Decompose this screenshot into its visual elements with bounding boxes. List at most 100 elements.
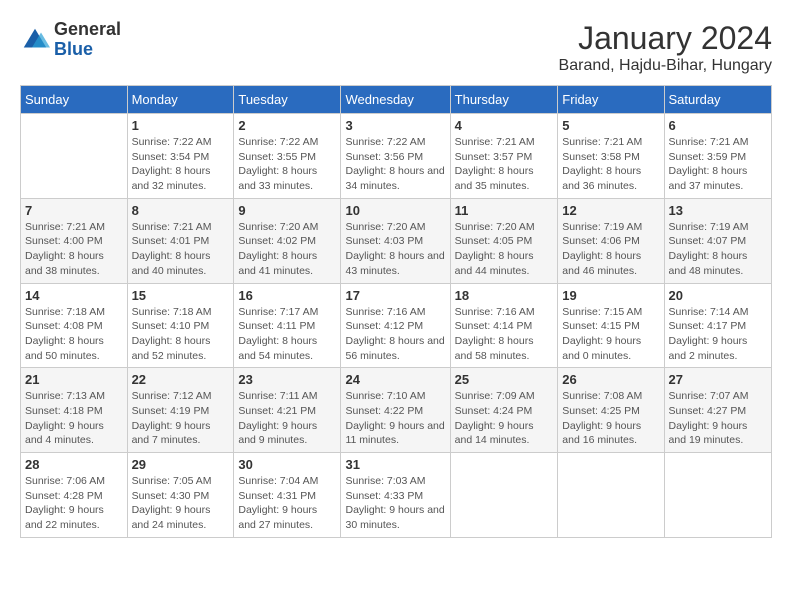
calendar-cell: 29Sunrise: 7:05 AMSunset: 4:30 PMDayligh… bbox=[127, 453, 234, 538]
day-info: Sunrise: 7:21 AMSunset: 3:59 PMDaylight:… bbox=[669, 135, 767, 194]
calendar-cell: 21 Sunrise: 7:13 AMSunset: 4:18 PMDayligh… bbox=[21, 368, 128, 453]
day-number: 26 bbox=[562, 372, 659, 387]
calendar-cell: 22 Sunrise: 7:12 AMSunset: 4:19 PMDayligh… bbox=[127, 368, 234, 453]
logo-blue: Blue bbox=[54, 40, 121, 60]
calendar-cell: 11Sunrise: 7:20 AMSunset: 4:05 PMDayligh… bbox=[450, 198, 558, 283]
day-number: 19 bbox=[562, 288, 659, 303]
day-info: Sunrise: 7:04 AMSunset: 4:31 PMDaylight:… bbox=[238, 474, 336, 533]
calendar-cell bbox=[664, 453, 771, 538]
day-info: Sunrise: 7:21 AMSunset: 3:57 PMDaylight:… bbox=[455, 135, 554, 194]
logo-text: General Blue bbox=[54, 20, 121, 60]
calendar-cell: 30 Sunrise: 7:04 AMSunset: 4:31 PMDayligh… bbox=[234, 453, 341, 538]
calendar-cell: 16 Sunrise: 7:17 AMSunset: 4:11 PMDayligh… bbox=[234, 283, 341, 368]
calendar-cell: 31 Sunrise: 7:03 AMSunset: 4:33 PMDayligh… bbox=[341, 453, 450, 538]
day-number: 1 bbox=[132, 118, 230, 133]
calendar-cell: 9Sunrise: 7:20 AMSunset: 4:02 PMDaylight… bbox=[234, 198, 341, 283]
month-title: January 2024 bbox=[559, 20, 772, 57]
calendar-body: 1 Sunrise: 7:22 AMSunset: 3:54 PMDaylight… bbox=[21, 114, 772, 538]
weekday-header-tuesday: Tuesday bbox=[234, 86, 341, 114]
page-header: General Blue January 2024 Barand, Hajdu-… bbox=[20, 20, 772, 75]
day-info: Sunrise: 7:21 AMSunset: 4:00 PMDaylight:… bbox=[25, 220, 123, 279]
day-info: Sunrise: 7:21 AMSunset: 3:58 PMDaylight:… bbox=[562, 135, 659, 194]
calendar-cell: 15Sunrise: 7:18 AMSunset: 4:10 PMDayligh… bbox=[127, 283, 234, 368]
weekday-header-wednesday: Wednesday bbox=[341, 86, 450, 114]
day-info: Sunrise: 7:12 AMSunset: 4:19 PMDaylight:… bbox=[132, 389, 230, 448]
day-number: 3 bbox=[345, 118, 445, 133]
logo-general: General bbox=[54, 20, 121, 40]
day-number: 2 bbox=[238, 118, 336, 133]
day-info: Sunrise: 7:21 AMSunset: 4:01 PMDaylight:… bbox=[132, 220, 230, 279]
calendar-cell: 4 Sunrise: 7:21 AMSunset: 3:57 PMDaylight… bbox=[450, 114, 558, 199]
day-number: 5 bbox=[562, 118, 659, 133]
day-number: 30 bbox=[238, 457, 336, 472]
day-info: Sunrise: 7:09 AMSunset: 4:24 PMDaylight:… bbox=[455, 389, 554, 448]
calendar-cell: 26Sunrise: 7:08 AMSunset: 4:25 PMDayligh… bbox=[558, 368, 664, 453]
calendar-cell: 20Sunrise: 7:14 AMSunset: 4:17 PMDayligh… bbox=[664, 283, 771, 368]
weekday-header-monday: Monday bbox=[127, 86, 234, 114]
calendar-week-3: 14Sunrise: 7:18 AMSunset: 4:08 PMDayligh… bbox=[21, 283, 772, 368]
calendar-cell: 18 Sunrise: 7:16 AMSunset: 4:14 PMDayligh… bbox=[450, 283, 558, 368]
day-info: Sunrise: 7:20 AMSunset: 4:03 PMDaylight:… bbox=[345, 220, 445, 279]
calendar-cell: 7 Sunrise: 7:21 AMSunset: 4:00 PMDaylight… bbox=[21, 198, 128, 283]
day-number: 7 bbox=[25, 203, 123, 218]
calendar-week-5: 28 Sunrise: 7:06 AMSunset: 4:28 PMDayligh… bbox=[21, 453, 772, 538]
weekday-header-sunday: Sunday bbox=[21, 86, 128, 114]
day-number: 25 bbox=[455, 372, 554, 387]
day-number: 4 bbox=[455, 118, 554, 133]
day-number: 23 bbox=[238, 372, 336, 387]
calendar-cell bbox=[21, 114, 128, 199]
calendar-cell bbox=[558, 453, 664, 538]
calendar-cell: 2 Sunrise: 7:22 AMSunset: 3:55 PMDaylight… bbox=[234, 114, 341, 199]
day-info: Sunrise: 7:18 AMSunset: 4:08 PMDaylight:… bbox=[25, 305, 123, 364]
day-number: 31 bbox=[345, 457, 445, 472]
day-info: Sunrise: 7:19 AMSunset: 4:06 PMDaylight:… bbox=[562, 220, 659, 279]
calendar-header: SundayMondayTuesdayWednesdayThursdayFrid… bbox=[21, 86, 772, 114]
day-info: Sunrise: 7:07 AMSunset: 4:27 PMDaylight:… bbox=[669, 389, 767, 448]
calendar-cell: 12 Sunrise: 7:19 AMSunset: 4:06 PMDayligh… bbox=[558, 198, 664, 283]
day-number: 24 bbox=[345, 372, 445, 387]
calendar-cell: 19 Sunrise: 7:15 AMSunset: 4:15 PMDayligh… bbox=[558, 283, 664, 368]
location-subtitle: Barand, Hajdu-Bihar, Hungary bbox=[559, 57, 772, 75]
calendar-cell: 1 Sunrise: 7:22 AMSunset: 3:54 PMDaylight… bbox=[127, 114, 234, 199]
day-number: 6 bbox=[669, 118, 767, 133]
calendar-cell: 27Sunrise: 7:07 AMSunset: 4:27 PMDayligh… bbox=[664, 368, 771, 453]
day-info: Sunrise: 7:18 AMSunset: 4:10 PMDaylight:… bbox=[132, 305, 230, 364]
logo: General Blue bbox=[20, 20, 121, 60]
day-number: 29 bbox=[132, 457, 230, 472]
day-info: Sunrise: 7:16 AMSunset: 4:14 PMDaylight:… bbox=[455, 305, 554, 364]
day-number: 8 bbox=[132, 203, 230, 218]
day-number: 12 bbox=[562, 203, 659, 218]
day-info: Sunrise: 7:20 AMSunset: 4:02 PMDaylight:… bbox=[238, 220, 336, 279]
title-block: January 2024 Barand, Hajdu-Bihar, Hungar… bbox=[559, 20, 772, 75]
calendar-cell: 5 Sunrise: 7:21 AMSunset: 3:58 PMDaylight… bbox=[558, 114, 664, 199]
calendar-cell: 8 Sunrise: 7:21 AMSunset: 4:01 PMDaylight… bbox=[127, 198, 234, 283]
day-info: Sunrise: 7:06 AMSunset: 4:28 PMDaylight:… bbox=[25, 474, 123, 533]
day-number: 22 bbox=[132, 372, 230, 387]
day-info: Sunrise: 7:19 AMSunset: 4:07 PMDaylight:… bbox=[669, 220, 767, 279]
day-info: Sunrise: 7:10 AMSunset: 4:22 PMDaylight:… bbox=[345, 389, 445, 448]
day-info: Sunrise: 7:03 AMSunset: 4:33 PMDaylight:… bbox=[345, 474, 445, 533]
weekday-row: SundayMondayTuesdayWednesdayThursdayFrid… bbox=[21, 86, 772, 114]
weekday-header-thursday: Thursday bbox=[450, 86, 558, 114]
calendar-cell: 3 Sunrise: 7:22 AMSunset: 3:56 PMDaylight… bbox=[341, 114, 450, 199]
calendar-week-1: 1 Sunrise: 7:22 AMSunset: 3:54 PMDaylight… bbox=[21, 114, 772, 199]
day-number: 10 bbox=[345, 203, 445, 218]
calendar-week-4: 21 Sunrise: 7:13 AMSunset: 4:18 PMDayligh… bbox=[21, 368, 772, 453]
day-info: Sunrise: 7:15 AMSunset: 4:15 PMDaylight:… bbox=[562, 305, 659, 364]
day-info: Sunrise: 7:17 AMSunset: 4:11 PMDaylight:… bbox=[238, 305, 336, 364]
day-info: Sunrise: 7:22 AMSunset: 3:54 PMDaylight:… bbox=[132, 135, 230, 194]
day-info: Sunrise: 7:22 AMSunset: 3:55 PMDaylight:… bbox=[238, 135, 336, 194]
day-number: 11 bbox=[455, 203, 554, 218]
calendar-cell: 17Sunrise: 7:16 AMSunset: 4:12 PMDayligh… bbox=[341, 283, 450, 368]
day-info: Sunrise: 7:22 AMSunset: 3:56 PMDaylight:… bbox=[345, 135, 445, 194]
day-info: Sunrise: 7:16 AMSunset: 4:12 PMDaylight:… bbox=[345, 305, 445, 364]
day-number: 21 bbox=[25, 372, 123, 387]
calendar-cell: 13Sunrise: 7:19 AMSunset: 4:07 PMDayligh… bbox=[664, 198, 771, 283]
day-number: 28 bbox=[25, 457, 123, 472]
weekday-header-saturday: Saturday bbox=[664, 86, 771, 114]
calendar-cell: 24 Sunrise: 7:10 AMSunset: 4:22 PMDayligh… bbox=[341, 368, 450, 453]
day-number: 16 bbox=[238, 288, 336, 303]
day-number: 18 bbox=[455, 288, 554, 303]
calendar-cell: 28 Sunrise: 7:06 AMSunset: 4:28 PMDayligh… bbox=[21, 453, 128, 538]
day-info: Sunrise: 7:13 AMSunset: 4:18 PMDaylight:… bbox=[25, 389, 123, 448]
